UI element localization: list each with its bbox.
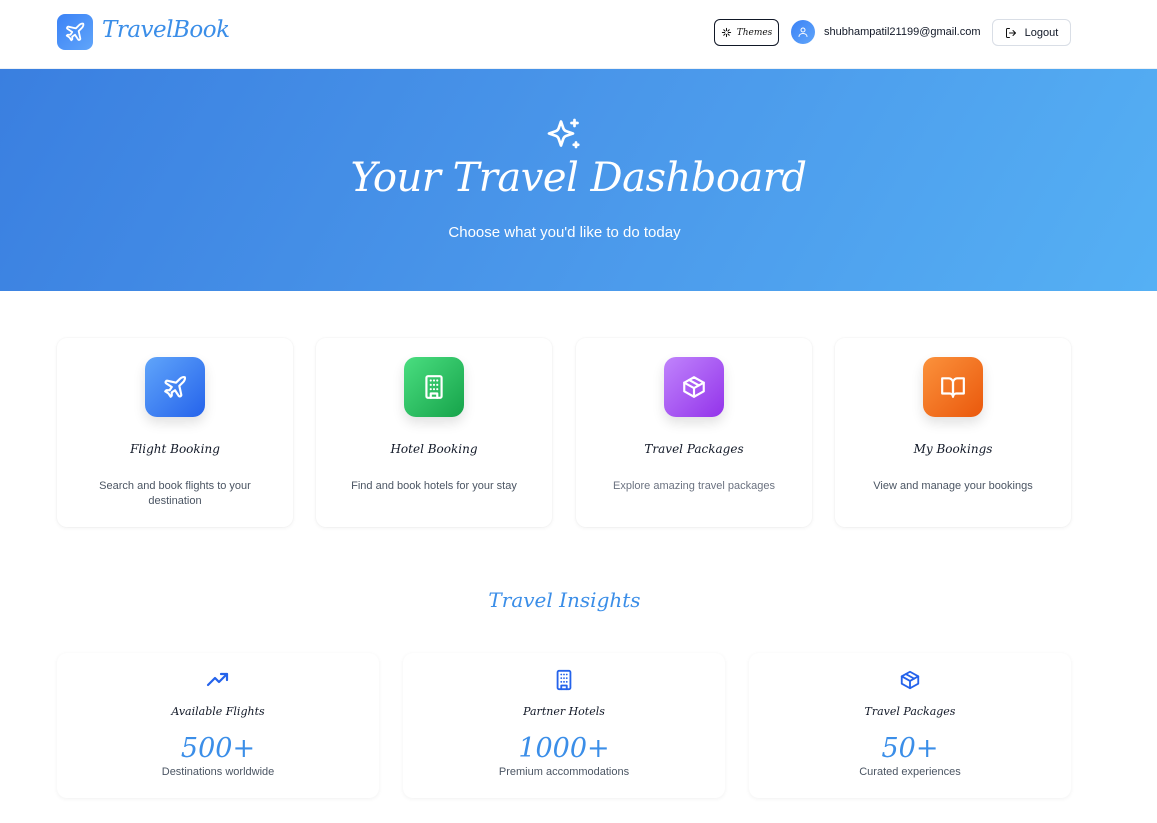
- package-icon: [900, 670, 920, 690]
- stat-value: 500+: [180, 733, 256, 764]
- flight-booking-card[interactable]: Flight Booking Search and book flights t…: [57, 338, 293, 527]
- package-icon: [683, 376, 705, 398]
- stat-icon-box: [206, 668, 230, 692]
- card-title: Travel Packages: [644, 442, 744, 456]
- stat-title: Available Flights: [171, 705, 265, 718]
- stat-value: 50+: [881, 733, 939, 764]
- avatar[interactable]: [791, 20, 815, 44]
- my-bookings-icon-box: [923, 357, 983, 417]
- stat-description: Curated experiences: [859, 766, 961, 778]
- stat-title: Travel Packages: [864, 705, 956, 718]
- stat-description: Premium accommodations: [498, 766, 630, 778]
- plane-icon: [164, 375, 187, 398]
- page-subtitle: Choose what you'd like to do today: [448, 224, 681, 241]
- card-title: Hotel Booking: [390, 442, 478, 456]
- travel-packages-icon-box: [664, 357, 724, 417]
- stat-icon-box: [552, 668, 576, 692]
- themes-button[interactable]: Themes: [714, 19, 779, 46]
- flight-booking-icon-box: [145, 357, 205, 417]
- stat-description: Destinations worldwide: [161, 766, 275, 778]
- user-email: shubhampatil21199@gmail.com: [824, 26, 981, 38]
- card-title: Flight Booking: [130, 442, 220, 456]
- sparkles-icon: [721, 27, 731, 38]
- card-description: Find and book hotels for your stay: [351, 480, 517, 492]
- themes-label: Themes: [736, 27, 773, 38]
- stat-value: 1000+: [518, 733, 610, 764]
- trending-up-icon: [206, 672, 229, 687]
- card-description: Search and book flights to your destinat…: [99, 480, 251, 507]
- sparkles-icon: [547, 118, 580, 149]
- logo-badge[interactable]: [57, 14, 93, 50]
- user-icon: [798, 27, 808, 37]
- card-description: View and manage your bookings: [873, 480, 1033, 492]
- stat-title: Partner Hotels: [523, 705, 605, 718]
- logout-label: Logout: [1024, 26, 1059, 39]
- book-open-icon: [941, 377, 965, 398]
- hotel-booking-icon-box: [404, 357, 464, 417]
- card-description: Explore amazing travel packages: [612, 480, 776, 492]
- building-icon: [556, 669, 572, 691]
- logout-icon: [1005, 27, 1016, 38]
- logo-text[interactable]: TravelBook: [102, 17, 230, 43]
- stat-icon-box: [898, 668, 922, 692]
- page-title: Your Travel Dashboard: [350, 155, 807, 201]
- stat-card-flights: Available Flights 500+ Destinations worl…: [57, 653, 379, 798]
- top-navbar: TravelBook Themes shubhampatil21199@gmai…: [0, 0, 1157, 69]
- insights-title: Travel Insights: [488, 588, 641, 612]
- hotel-booking-card[interactable]: Hotel Booking Find and book hotels for y…: [316, 338, 552, 527]
- card-title: My Bookings: [913, 442, 993, 456]
- travel-packages-card[interactable]: Travel Packages Explore amazing travel p…: [576, 338, 812, 527]
- my-bookings-card[interactable]: My Bookings View and manage your booking…: [835, 338, 1071, 527]
- logout-button[interactable]: Logout: [992, 19, 1071, 46]
- stat-card-hotels: Partner Hotels 1000+ Premium accommodati…: [403, 653, 725, 798]
- stat-card-packages: Travel Packages 50+ Curated experiences: [749, 653, 1071, 798]
- plane-icon: [65, 22, 85, 42]
- building-icon: [425, 375, 443, 399]
- hero-banner: Your Travel Dashboard Choose what you'd …: [0, 69, 1157, 291]
